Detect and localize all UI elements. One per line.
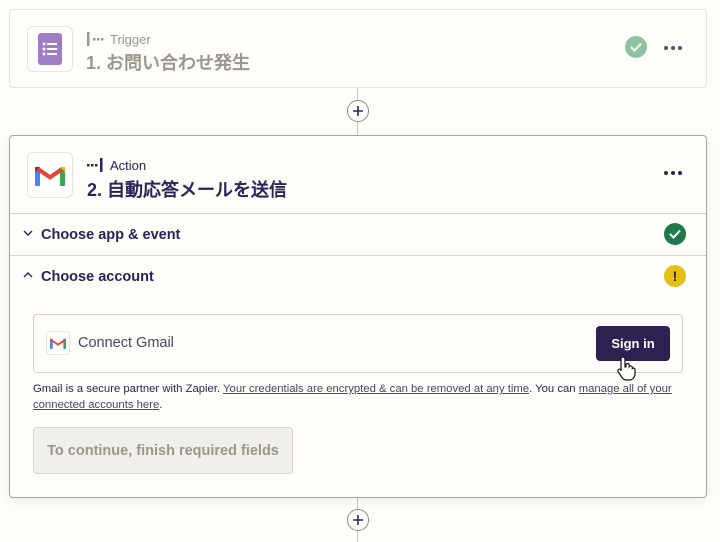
- section-choose-account-label: Choose account: [41, 268, 154, 285]
- gmail-mini-tile: [46, 331, 70, 355]
- action-step-card: Action 2. 自動応答メールを送信 Choose app & event …: [9, 135, 707, 498]
- chevron-down-icon: [23, 230, 33, 236]
- trigger-step-card[interactable]: Trigger 1. お問い合わせ発生: [9, 9, 707, 88]
- trigger-app-tile: [27, 26, 73, 72]
- security-note-suffix: .: [159, 399, 163, 411]
- action-step-icon: [87, 158, 103, 172]
- action-more-options-button[interactable]: [664, 171, 682, 175]
- trigger-more-options-button[interactable]: [664, 46, 682, 50]
- trigger-step-icon: [87, 32, 104, 46]
- connect-account-box: Connect Gmail Sign in: [33, 314, 683, 373]
- trigger-kind: Trigger: [86, 31, 151, 47]
- trigger-complete-icon: [625, 36, 647, 58]
- gmail-icon: [50, 338, 66, 349]
- check-circle-icon: [664, 223, 686, 245]
- warning-icon: !: [664, 265, 686, 287]
- security-note-prefix: Gmail is a secure partner with Zapier.: [33, 383, 224, 395]
- google-forms-icon: [38, 33, 62, 65]
- security-note-middle: . You can: [529, 383, 579, 395]
- action-step-title: 2. 自動応答メールを送信: [87, 180, 288, 200]
- security-note: Gmail is a secure partner with Zapier. Y…: [33, 381, 683, 413]
- add-step-button-1[interactable]: [347, 100, 369, 122]
- continue-button[interactable]: To continue, finish required fields: [33, 427, 293, 474]
- section-choose-app-event-label: Choose app & event: [41, 226, 181, 243]
- action-app-tile: [27, 152, 73, 198]
- chevron-up-icon: [23, 272, 33, 278]
- section-choose-account[interactable]: Choose account !: [10, 255, 706, 297]
- section-choose-app-event[interactable]: Choose app & event: [10, 213, 706, 255]
- trigger-kind-label: Trigger: [110, 31, 151, 47]
- hand-cursor-icon: [617, 356, 636, 381]
- trigger-step-title: 1. お問い合わせ発生: [86, 53, 251, 73]
- credentials-encrypted-link[interactable]: Your credentials are encrypted & can be …: [223, 383, 529, 395]
- plus-icon: [353, 515, 363, 525]
- add-step-button-2[interactable]: [347, 509, 369, 531]
- action-kind: Action: [86, 157, 146, 173]
- connect-gmail-label: Connect Gmail: [78, 335, 174, 351]
- gmail-icon: [35, 166, 65, 186]
- plus-icon: [353, 106, 363, 116]
- action-kind-label: Action: [110, 157, 147, 173]
